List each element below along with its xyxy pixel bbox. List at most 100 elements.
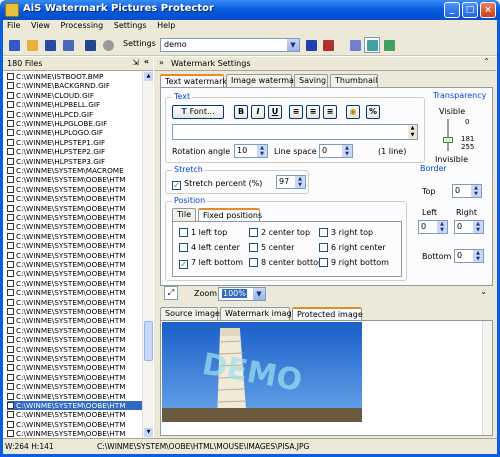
border-left-stepper[interactable]: 0 ▲ ▼: [418, 220, 448, 234]
down-arrow-icon[interactable]: ▼: [257, 151, 267, 157]
file-list-item[interactable]: C:\WINME\SYSTEM\OOBE\HTM: [7, 326, 142, 335]
tab-thumbnail[interactable]: Thumbnail: [330, 74, 378, 87]
file-checkbox[interactable]: [7, 261, 14, 268]
file-checkbox[interactable]: [7, 411, 14, 419]
file-checkbox[interactable]: [7, 289, 14, 297]
down-arrow-icon[interactable]: ▼: [342, 151, 352, 157]
file-checkbox[interactable]: [7, 298, 14, 306]
italic-button[interactable]: I: [251, 105, 265, 119]
file-list-item[interactable]: C:\WINME\SYSTEM\OOBE\HTM: [7, 288, 142, 297]
delete-settings-icon[interactable]: [320, 37, 336, 53]
tab-text-watermark[interactable]: Text watermark: [160, 74, 227, 88]
file-checkbox[interactable]: [7, 138, 14, 146]
position-option[interactable]: ✓ 7 left bottom: [179, 257, 243, 269]
file-list-item[interactable]: C:\WINME\HLPSTEP1.GIF: [7, 138, 142, 147]
collapse-left-icon[interactable]: «: [144, 57, 149, 66]
position-option[interactable]: 8 center bottom: [249, 257, 326, 268]
file-list-item[interactable]: C:\WINME\SYSTEM\OOBE\HTM: [7, 429, 142, 438]
pin-icon[interactable]: ⇲: [132, 58, 139, 67]
file-checkbox[interactable]: [7, 214, 14, 221]
collapse-down-icon[interactable]: ⌄: [480, 287, 487, 296]
file-checkbox[interactable]: [7, 373, 14, 381]
collapse-up-icon[interactable]: ⌃: [483, 57, 490, 66]
align-left-icon[interactable]: ≡: [289, 105, 303, 119]
chart-view-icon[interactable]: [347, 37, 363, 53]
file-checkbox[interactable]: [7, 73, 14, 80]
file-list-item[interactable]: C:\WINME\SYSTEM\OOBE\HTM: [7, 410, 142, 419]
file-list-item[interactable]: C:\WINME\HLPSTEP3.GIF: [7, 157, 142, 166]
percent-button[interactable]: %: [366, 105, 380, 119]
file-checkbox[interactable]: [7, 204, 14, 212]
file-checkbox[interactable]: [7, 420, 14, 428]
rotation-stepper[interactable]: 10 ▲ ▼: [234, 144, 268, 158]
transparency-slider[interactable]: [443, 137, 453, 143]
file-list-item[interactable]: C:\WINME\SYSTEM\OOBE\HTM: [7, 232, 142, 241]
file-checkbox[interactable]: [7, 251, 14, 259]
close-button[interactable]: ×: [480, 2, 496, 18]
down-arrow-icon[interactable]: ▼: [471, 191, 481, 197]
process-icon[interactable]: [82, 37, 98, 53]
menu-settings[interactable]: Settings: [110, 20, 151, 31]
stretch-checkbox[interactable]: ✓ Stretch percent (%): [172, 178, 262, 190]
thumbnail-view-icon[interactable]: [381, 37, 397, 53]
position-option[interactable]: 3 right top: [319, 227, 373, 238]
file-checkbox[interactable]: [7, 317, 14, 325]
file-list-item[interactable]: C:\WINME\CLOUD.GIF: [7, 91, 142, 100]
file-checkbox[interactable]: [7, 242, 14, 250]
file-checkbox[interactable]: [7, 336, 14, 344]
file-checkbox[interactable]: [7, 383, 14, 391]
tab-watermark-image[interactable]: Watermark image: [220, 307, 297, 320]
linespace-stepper[interactable]: 0 ▲ ▼: [319, 144, 353, 158]
position-option[interactable]: 2 center top: [249, 227, 310, 238]
align-right-icon[interactable]: ≡: [323, 105, 337, 119]
file-checkbox[interactable]: [7, 392, 14, 400]
file-checkbox[interactable]: [7, 223, 14, 231]
file-list-item[interactable]: C:\WINME\HLPBELL.GIF: [7, 100, 142, 109]
file-checkbox[interactable]: [7, 120, 14, 127]
scroll-down-icon[interactable]: ▼: [144, 428, 153, 437]
watermark-text-input[interactable]: ▲ ▼: [172, 124, 418, 140]
file-list-item[interactable]: C:\WINME\SYSTEM\OOBE\HTM: [7, 279, 142, 288]
maximize-button[interactable]: □: [462, 2, 478, 18]
file-checkbox[interactable]: [7, 232, 14, 240]
preview-scrollbar[interactable]: [482, 321, 492, 435]
settings-select[interactable]: demo ▼: [160, 38, 300, 52]
file-checkbox[interactable]: [7, 326, 14, 334]
file-list-item[interactable]: C:\WINME\SYSTEM\OOBE\HTM: [7, 335, 142, 344]
down-arrow-icon[interactable]: ▼: [473, 227, 483, 233]
file-checkbox[interactable]: [7, 110, 14, 118]
file-list-item[interactable]: C:\WINME\SYSTEM\OOBE\HTM: [7, 373, 142, 382]
position-option[interactable]: 4 left center: [179, 242, 240, 253]
file-list-item[interactable]: C:\WINME\SYSTEM\MACROME: [7, 166, 142, 175]
file-list-item[interactable]: C:\WINME\SYSTEM\OOBE\HTM: [7, 363, 142, 372]
tab-fixed-positions[interactable]: Fixed positions: [198, 208, 262, 222]
stop-icon[interactable]: [100, 37, 116, 53]
file-checkbox[interactable]: [7, 148, 14, 156]
tab-protected-image[interactable]: Protected image: [292, 307, 363, 321]
file-list-item[interactable]: C:\WINME\SYSTEM\OOBE\HTM: [7, 401, 142, 411]
file-list-item[interactable]: C:\WINME\SYSTEM\OOBE\HTM: [7, 185, 142, 194]
file-list-item[interactable]: C:\WINME\HLPSTEP2.GIF: [7, 147, 142, 156]
file-checkbox[interactable]: [7, 345, 14, 353]
file-checkbox[interactable]: [7, 270, 14, 278]
title-bar[interactable]: AiS Watermark Pictures Protector _ □ ×: [0, 0, 500, 20]
position-option[interactable]: 5 center: [249, 242, 294, 253]
file-checkbox[interactable]: [7, 129, 14, 137]
lock-icon[interactable]: [60, 37, 76, 53]
file-checkbox[interactable]: [7, 195, 14, 203]
file-list-item[interactable]: C:\WINME\HLPCD.GIF: [7, 110, 142, 119]
bold-button[interactable]: B: [234, 105, 248, 119]
file-checkbox[interactable]: [7, 91, 14, 99]
file-checkbox[interactable]: [7, 355, 14, 362]
file-checkbox[interactable]: [7, 176, 14, 184]
underline-button[interactable]: U: [268, 105, 282, 119]
position-option[interactable]: 1 left top: [179, 227, 227, 238]
file-list-item[interactable]: C:\WINME\SYSTEM\OOBE\HTM: [7, 251, 142, 260]
file-list-item[interactable]: C:\WINME\SYSTEM\OOBE\HTM: [7, 269, 142, 278]
menu-view[interactable]: View: [27, 20, 54, 31]
file-checkbox[interactable]: [7, 402, 14, 409]
add-files-icon[interactable]: [24, 37, 40, 53]
border-bottom-stepper[interactable]: 0 ▲ ▼: [454, 249, 484, 263]
menu-processing[interactable]: Processing: [56, 20, 107, 31]
save-icon[interactable]: [42, 37, 58, 53]
